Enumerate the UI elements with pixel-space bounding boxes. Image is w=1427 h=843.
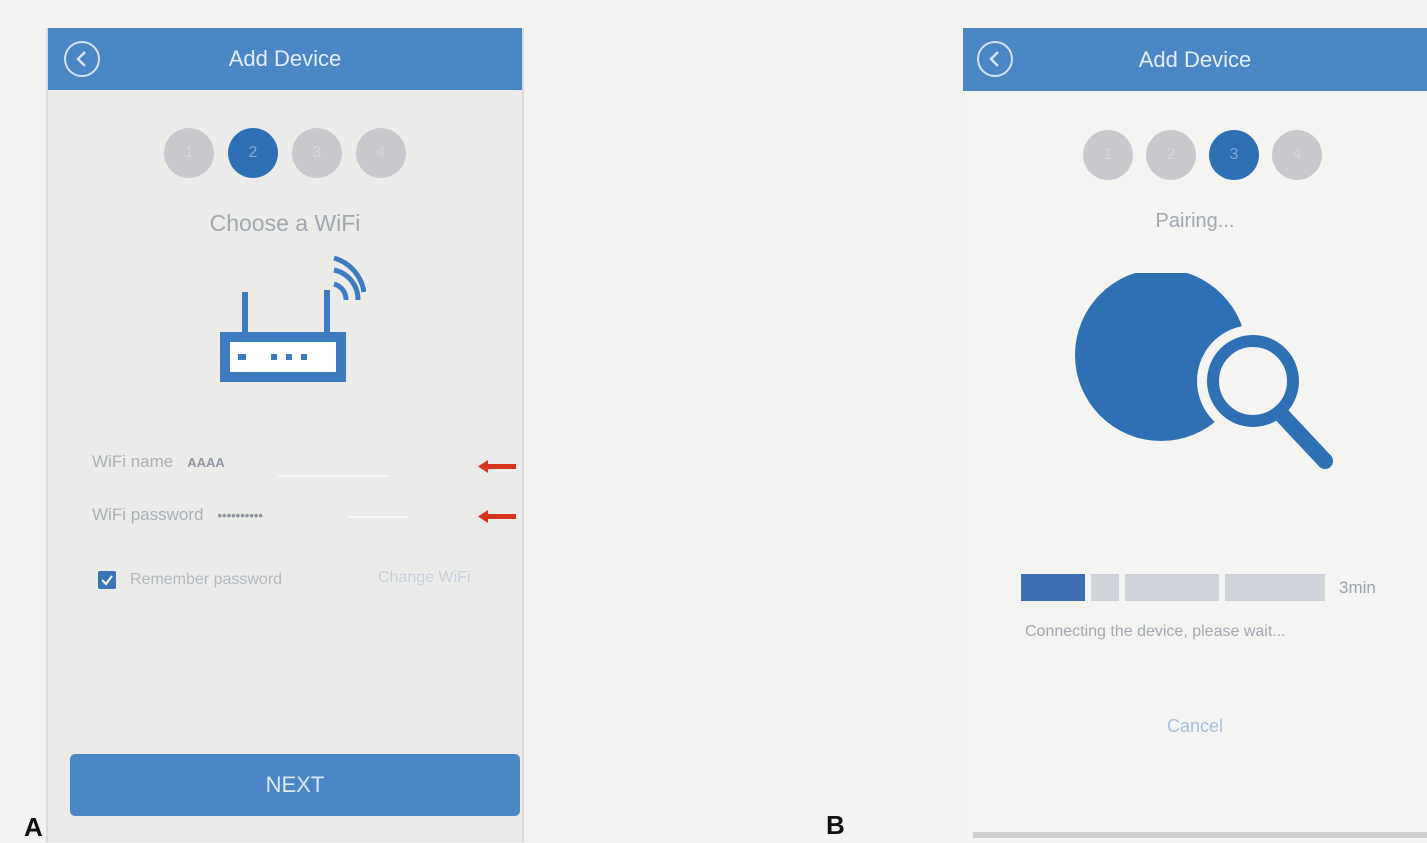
header-bar: Add Device [48,28,522,90]
step-3: 3 [292,128,342,178]
wifi-password-row[interactable]: WiFi password •••••••••• [92,505,263,525]
cancel-button[interactable]: Cancel [963,716,1427,737]
remember-password-checkbox[interactable] [98,571,116,589]
wifi-name-label: WiFi name [92,452,174,471]
screen-a-choose-wifi: Add Device 1 2 3 4 Choose a WiFi WiFi na… [46,28,524,842]
step-title: Choose a WiFi [209,210,361,236]
time-remaining: 3min [1339,577,1376,597]
pairing-progress-bar: 3min [1021,574,1376,601]
step-1: 1 [164,128,214,178]
step-1: 1 [1083,130,1133,180]
panel-b-label: B [826,810,845,840]
step-4: 4 [356,128,406,178]
wifi-name-row[interactable]: WiFi name AAAA [92,452,225,472]
step-indicator: 1 2 3 4 [48,128,522,178]
panel-a-label: A [24,812,43,842]
chevron-left-icon [76,51,86,67]
wifi-name-value[interactable]: AAAA [187,455,225,470]
search-device-icon [1075,273,1333,469]
wifi-name-underline [278,475,388,477]
progress-segment [1225,574,1325,601]
next-button[interactable]: NEXT [70,754,520,816]
step-4: 4 [1272,130,1322,180]
checkmark-icon [101,575,113,586]
wifi-router-icon [220,256,366,382]
header-title: Add Device [1138,46,1252,72]
step-3-active: 3 [1209,130,1259,180]
progress-segment [1125,574,1219,601]
step-2: 2 [1146,130,1196,180]
wifi-password-value[interactable]: •••••••••• [217,508,263,523]
wifi-password-underline [348,516,408,518]
step-2-active: 2 [228,128,278,178]
bottom-divider [973,832,1427,838]
screen-b-pairing: Add Device 1 2 3 4 Pairing... 3min Conne… [963,28,1427,842]
chevron-left-icon [989,51,999,67]
step-indicator: 1 2 3 4 [963,130,1322,180]
back-button[interactable] [64,41,100,77]
header-bar: Add Device [963,28,1427,91]
wifi-password-label: WiFi password [92,505,204,524]
progress-segment [1091,574,1119,601]
red-arrow-icon [478,460,516,473]
header-title: Add Device [228,46,342,71]
remember-password-label: Remember password [130,571,283,588]
change-wifi-link[interactable]: Change WiFi [378,569,470,587]
red-arrow-icon [478,510,516,523]
back-button[interactable] [977,41,1013,77]
step-title: Pairing... [1155,210,1235,232]
connecting-status: Connecting the device, please wait... [1025,623,1286,640]
progress-segment-done [1021,574,1085,601]
